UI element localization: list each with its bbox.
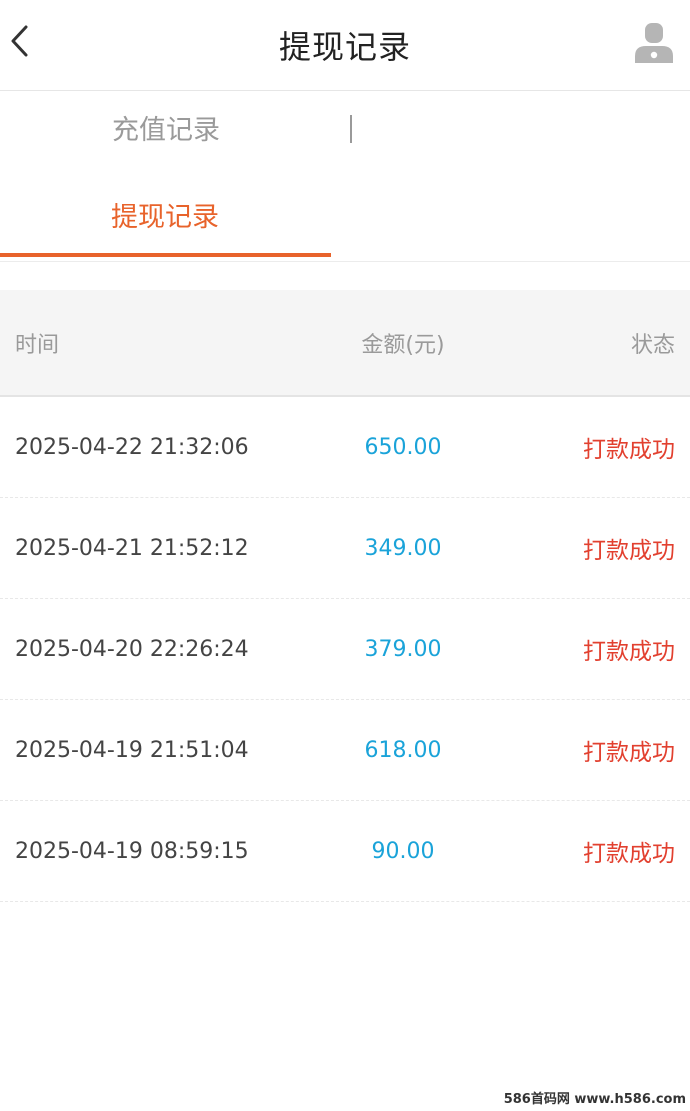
record-status: 打款成功 [583, 740, 675, 766]
record-time: 2025-04-21 21:52:12 [15, 535, 249, 561]
user-icon [635, 23, 673, 63]
table-row: 2025-04-19 21:51:04 618.00 打款成功 [0, 700, 690, 801]
active-tab-indicator [0, 253, 331, 257]
tab-divider [350, 115, 352, 143]
record-status: 打款成功 [583, 437, 675, 463]
record-status: 打款成功 [583, 639, 675, 665]
record-time: 2025-04-20 22:26:24 [15, 636, 249, 662]
record-amount: 379.00 [364, 636, 442, 662]
table-row: 2025-04-19 08:59:15 90.00 打款成功 [0, 801, 690, 902]
table-row: 2025-04-22 21:32:06 650.00 打款成功 [0, 397, 690, 498]
tab-recharge-records[interactable]: 充值记录 [0, 91, 332, 163]
watermark: 586首码网 www.h586.com [503, 1092, 686, 1107]
withdraw-record-list: 2025-04-22 21:32:06 650.00 打款成功 2025-04-… [0, 397, 690, 902]
record-amount: 349.00 [364, 535, 442, 561]
record-amount: 90.00 [371, 838, 435, 864]
page-title: 提现记录 [278, 28, 411, 66]
table-header: 时间 金额(元) 状态 [0, 290, 690, 397]
record-time: 2025-04-19 08:59:15 [15, 838, 249, 864]
column-header-amount: 金额(元) [361, 332, 445, 358]
record-amount: 618.00 [364, 737, 442, 763]
record-time: 2025-04-19 21:51:04 [15, 737, 249, 763]
app-header: 提现记录 [0, 0, 690, 91]
record-status: 打款成功 [583, 841, 675, 867]
record-status: 打款成功 [583, 538, 675, 564]
column-header-status: 状态 [630, 332, 675, 358]
tab-withdraw-records[interactable]: 提现记录 [0, 177, 330, 251]
user-button[interactable] [634, 22, 674, 64]
record-amount: 650.00 [364, 434, 442, 460]
column-header-time: 时间 [15, 332, 60, 358]
record-tabs: 充值记录 提现记录 [0, 91, 690, 262]
table-row: 2025-04-21 21:52:12 349.00 打款成功 [0, 498, 690, 599]
table-row: 2025-04-20 22:26:24 379.00 打款成功 [0, 599, 690, 700]
record-time: 2025-04-22 21:32:06 [15, 434, 249, 460]
